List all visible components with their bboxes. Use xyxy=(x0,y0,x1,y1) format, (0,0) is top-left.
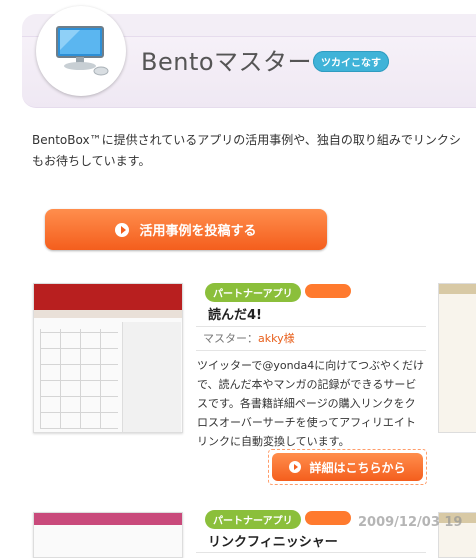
app-screenshot-image xyxy=(34,284,182,432)
next-app-screenshot-header xyxy=(439,284,476,294)
divider xyxy=(196,350,426,351)
detail-button[interactable]: 詳細はこちらから xyxy=(272,453,423,481)
master-link[interactable]: akky様 xyxy=(258,332,295,345)
divider xyxy=(196,552,426,553)
app-screenshot[interactable] xyxy=(33,512,183,558)
app-name: 読んだ4! xyxy=(208,308,262,323)
master-label: マスター： xyxy=(203,332,258,345)
status-tag xyxy=(305,511,351,525)
divider xyxy=(196,326,426,327)
partner-app-tag: パートナーアプリ xyxy=(205,510,301,529)
app-screenshot-grid xyxy=(40,329,118,429)
app-screenshot-nav xyxy=(34,310,182,318)
master-line: マスター：akky様 xyxy=(203,330,295,346)
status-tag xyxy=(305,284,351,298)
intro-line-2: もお待ちしています。 xyxy=(32,154,151,168)
app-screenshot-header xyxy=(34,284,182,310)
post-case-button[interactable]: 活用事例を投稿する xyxy=(45,209,327,250)
detail-button-label: 詳細はこちらから xyxy=(309,460,406,475)
app-screenshot-image xyxy=(34,513,182,557)
intro-line-1: BentoBox™に提供されているアプリの活用事例や、独自の取り組みでリンクシ xyxy=(32,133,461,147)
category-badge: ツカイこなす xyxy=(313,51,389,72)
play-icon xyxy=(289,461,302,473)
next-app-screenshot[interactable] xyxy=(438,283,476,433)
app-description: ツイッターで@yonda4に向けてつぶやくだけで、読んだ本やマンガの記録ができる… xyxy=(197,359,425,448)
app-screenshot[interactable] xyxy=(33,283,183,433)
computer-icon xyxy=(36,6,126,96)
intro-text: BentoBox™に提供されているアプリの活用事例や、独自の取り組みでリンクシ … xyxy=(32,130,476,172)
app-screenshot-header xyxy=(34,513,182,525)
page-title: Bentoマスター xyxy=(141,48,313,76)
detail-button-frame: 詳細はこちらから xyxy=(268,449,427,485)
app-screenshot-sidebar xyxy=(122,322,181,432)
play-icon xyxy=(115,222,130,237)
post-case-button-label: 活用事例を投稿する xyxy=(139,224,257,239)
app-name: リンクフィニッシャー xyxy=(208,535,338,550)
partner-app-tag: パートナーアプリ xyxy=(205,283,301,302)
timestamp-watermark: 2009/12/03 19 xyxy=(358,515,463,530)
